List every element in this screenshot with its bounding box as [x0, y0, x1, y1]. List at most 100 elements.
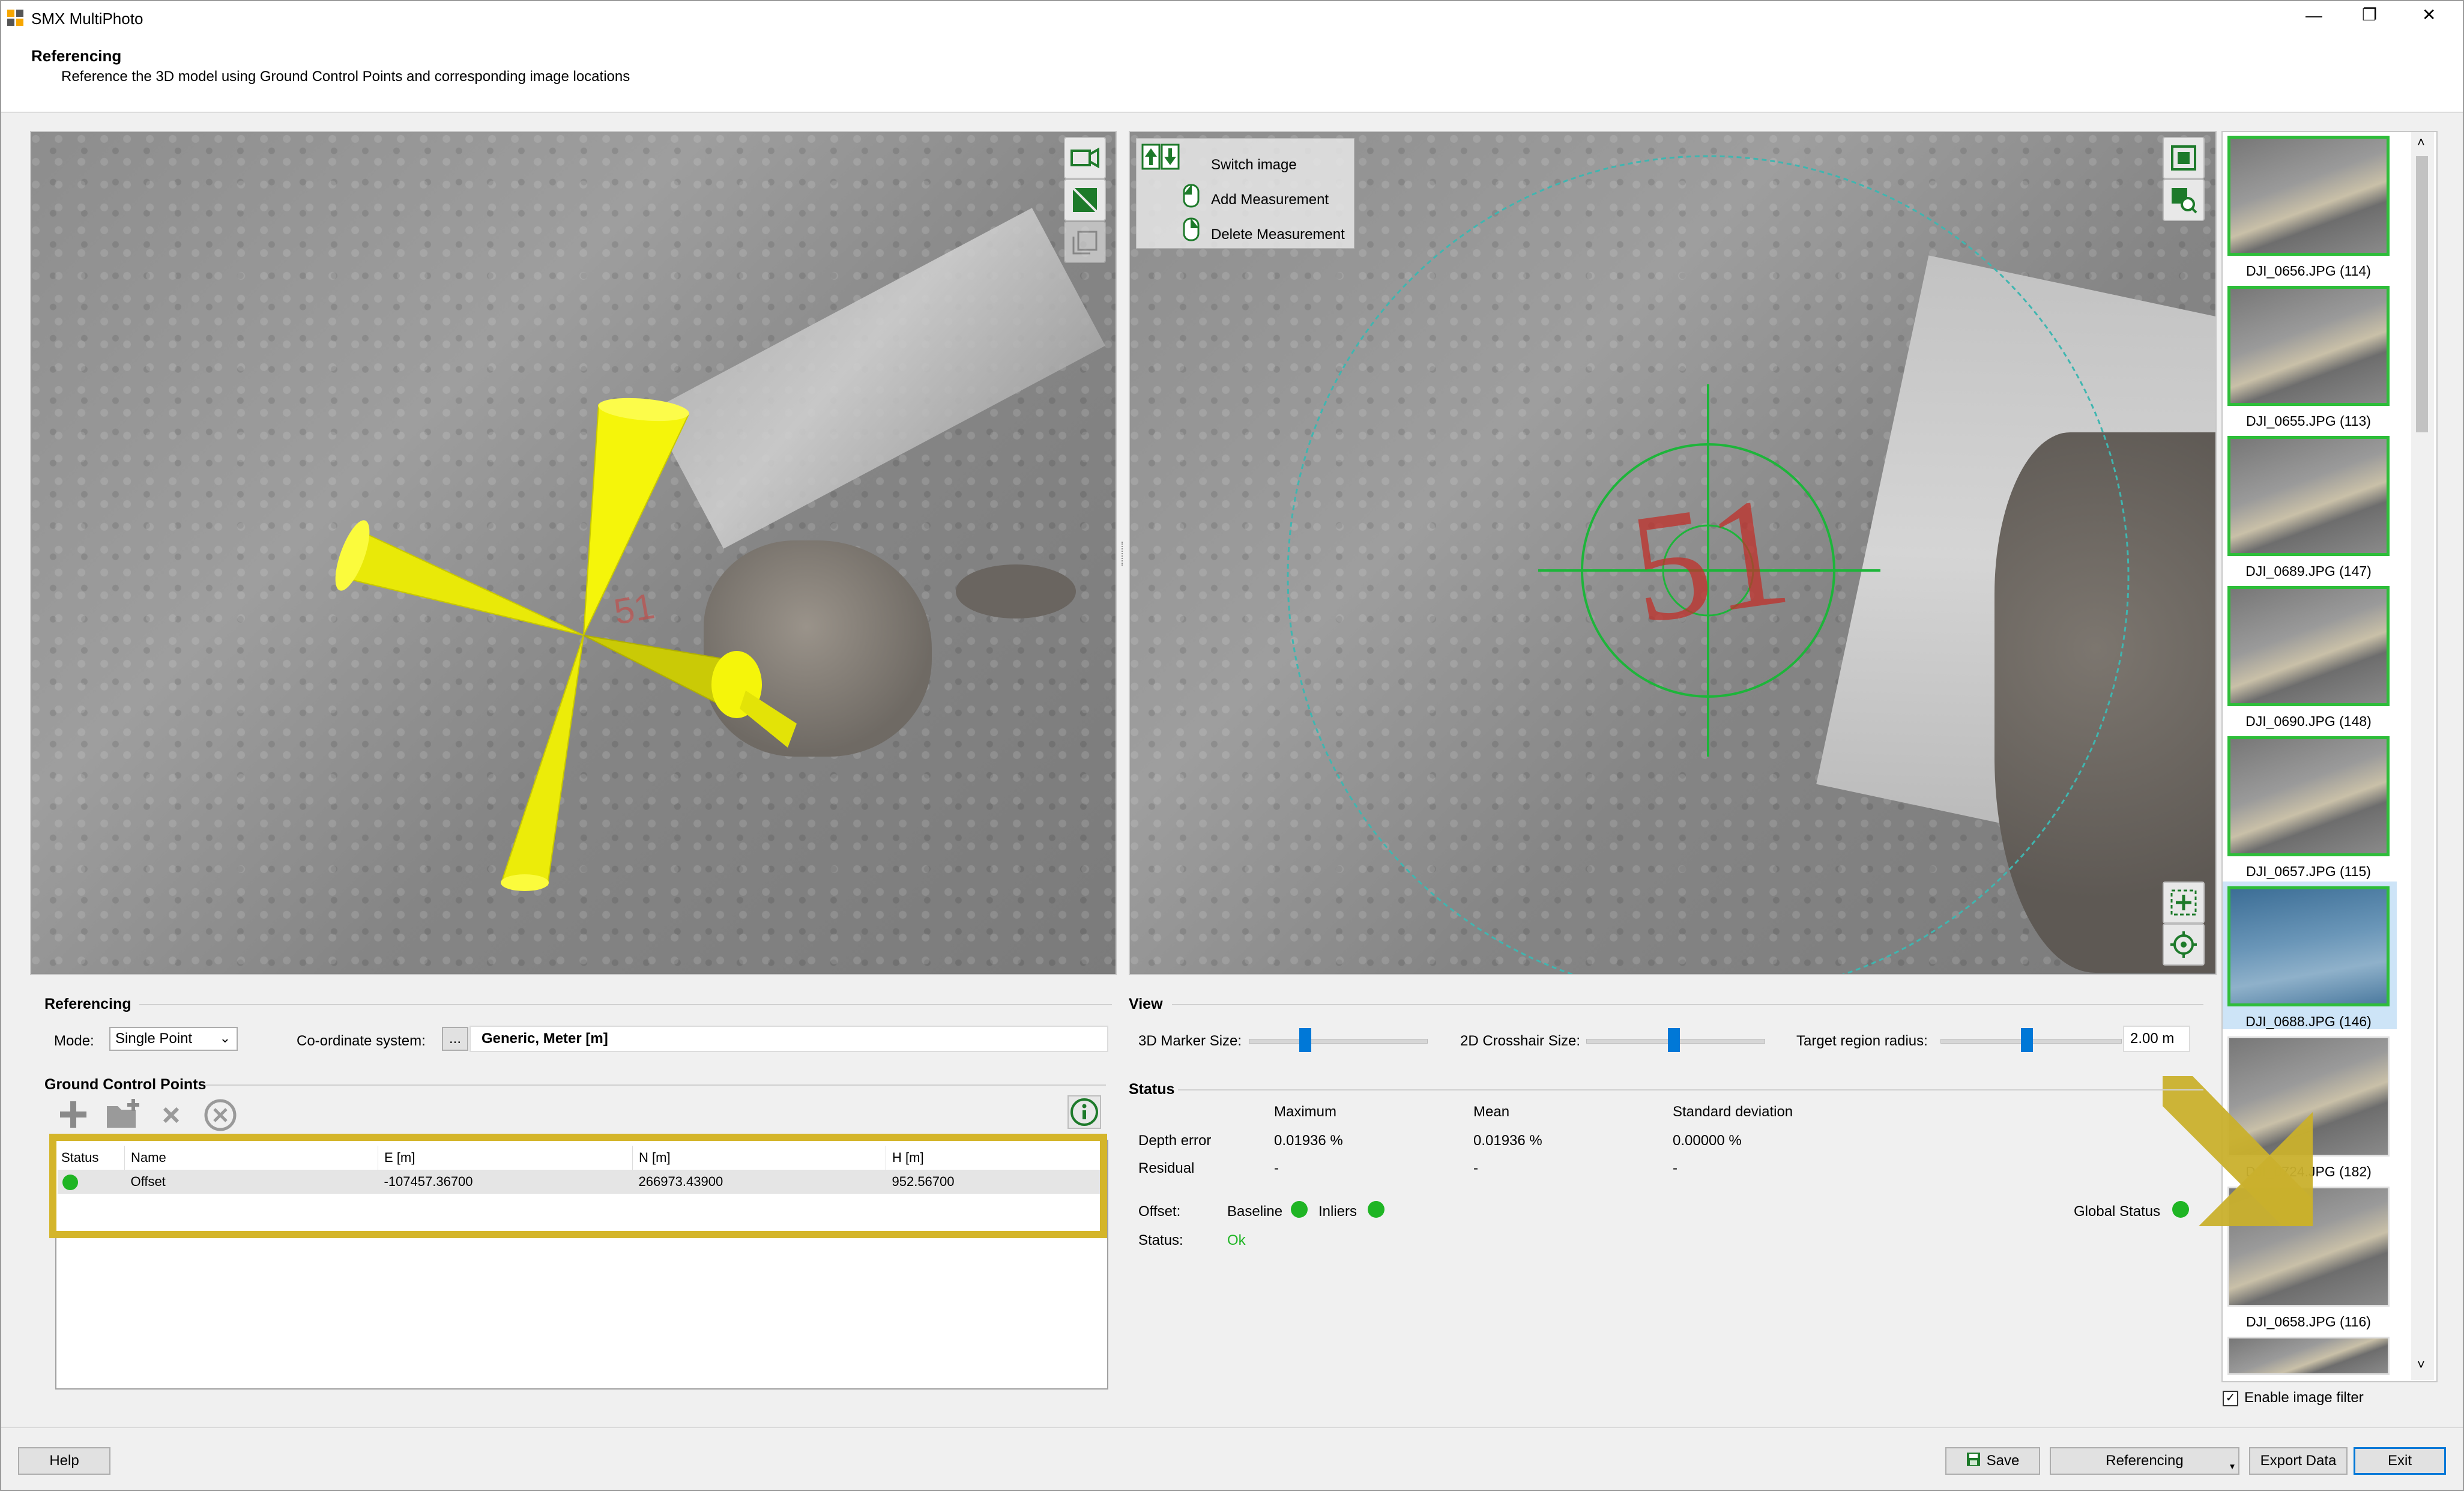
thumbnail-image[interactable] [2227, 436, 2390, 556]
separator [1, 1427, 2463, 1428]
status-col-mean: Mean [1473, 1104, 1510, 1120]
gcp-n-cell: 266973.43900 [638, 1174, 723, 1189]
legend-add-measurement: Add Measurement [1211, 192, 1329, 208]
chevron-down-icon: ⌄ [219, 1030, 231, 1045]
target-radius-label: Target region radius: [1796, 1033, 1928, 1049]
gcp-table: Status Name E [m] N [m] H [m] Offset -10… [58, 1146, 1100, 1194]
status-label: Status: [1138, 1232, 1183, 1248]
status-group-title: Status [1129, 1081, 1175, 1098]
column-header[interactable]: H [m] [886, 1146, 1101, 1170]
gcp-group-title: Ground Control Points [44, 1076, 207, 1093]
legend-switch-image: Switch image [1211, 157, 1297, 173]
close-button[interactable]: ✕ [2422, 5, 2436, 25]
residual-std: - [1673, 1160, 1677, 1176]
target-region-overlay: 51 [1287, 155, 2130, 974]
gcp-name-cell: Offset [130, 1174, 166, 1189]
restore-button[interactable]: ❐ [2362, 5, 2377, 25]
global-status-dot [2172, 1201, 2189, 1218]
column-header[interactable]: Status [58, 1146, 125, 1170]
column-header[interactable]: Name [124, 1146, 378, 1170]
thumbnail-scrollbar[interactable]: ˄ ˅ [2411, 132, 2434, 1380]
thumbnail-image[interactable] [2227, 1337, 2390, 1375]
splitter-handle[interactable] [1122, 542, 1125, 566]
zoom-region-icon[interactable] [2163, 179, 2205, 221]
thumbnail-image[interactable] [2227, 736, 2390, 856]
status-col-maximum: Maximum [1274, 1104, 1337, 1120]
view-group-title: View [1129, 996, 1163, 1012]
save-button[interactable]: Save [1945, 1447, 2040, 1475]
window-title: SMX MultiPhoto [31, 10, 143, 28]
table-row[interactable]: Offset -107457.36700 266973.43900 952.56… [58, 1170, 1100, 1194]
gcp-e-cell: -107457.36700 [384, 1174, 473, 1189]
target-radius-field[interactable]: 2.00 m [2123, 1026, 2190, 1052]
info-icon[interactable] [1067, 1095, 1101, 1129]
target-radius-slider-thumb[interactable] [2021, 1028, 2033, 1052]
column-header[interactable]: E [m] [378, 1146, 633, 1170]
referencing-group-title: Referencing [44, 996, 131, 1012]
inliers-status-dot [1368, 1201, 1384, 1218]
mode-select[interactable]: Single Point ⌄ [109, 1027, 238, 1051]
referencing-dropdown-button[interactable]: Referencing ▾ [2050, 1447, 2239, 1475]
status-col-std: Standard deviation [1673, 1104, 1793, 1120]
baseline-status-dot [1291, 1201, 1308, 1218]
page-header: Referencing Reference the 3D model using… [1, 35, 2463, 113]
crosshair-size-slider-thumb[interactable] [1668, 1028, 1680, 1052]
thumbnail-label: DJI_0655.JPG (113) [2246, 413, 2371, 429]
thumbnail-label: DJI_0658.JPG (116) [2246, 1314, 2371, 1329]
app-logo-icon [7, 10, 24, 26]
shortcut-legend: Switch image Add Measurement Delete Meas… [1136, 138, 1354, 249]
thumbnail-image[interactable] [2227, 286, 2390, 406]
separator [1172, 1004, 2203, 1005]
model-3d-viewport[interactable]: 51 [30, 131, 1117, 975]
fit-to-view-icon[interactable] [2163, 137, 2205, 179]
exit-button[interactable]: Exit [2354, 1447, 2446, 1475]
marker-size-label: 3D Marker Size: [1138, 1033, 1242, 1049]
title-bar: SMX MultiPhoto — ❐ ✕ [1, 1, 2463, 35]
thumbnail-image-current[interactable] [2227, 886, 2390, 1006]
scroll-down-icon[interactable]: ˅ [2417, 1357, 2425, 1373]
gcp-3d-marker[interactable]: 51 [31, 132, 1116, 974]
status-value: Ok [1227, 1232, 1246, 1248]
mouse-right-icon [1182, 217, 1200, 245]
arrow-keys-icon [1141, 144, 1180, 174]
export-data-button[interactable]: Export Data [2249, 1447, 2348, 1475]
page-subtitle: Reference the 3D model using Ground Cont… [61, 68, 630, 85]
coord-system-label: Co-ordinate system: [297, 1033, 426, 1049]
enable-filter-checkbox[interactable]: ✓ [2223, 1391, 2238, 1406]
marker-size-slider-thumb[interactable] [1299, 1028, 1311, 1052]
column-header[interactable]: N [m] [632, 1146, 886, 1170]
import-gcp-icon[interactable] [104, 1098, 143, 1134]
image-viewport[interactable]: 51 Switch image Add Measurement Delete M… [1129, 131, 2217, 975]
perspective-icon[interactable] [1064, 179, 1106, 221]
page-title: Referencing [31, 47, 122, 65]
marker-size-slider[interactable] [1249, 1039, 1428, 1044]
global-status-label: Global Status [2074, 1203, 2161, 1220]
separator [139, 1004, 1112, 1005]
baseline-label: Baseline [1227, 1203, 1283, 1220]
delete-gcp-icon[interactable] [156, 1100, 186, 1133]
gcp-paint-label: 51 [611, 585, 657, 632]
offset-label: Offset: [1138, 1203, 1181, 1220]
separator [1178, 1089, 2203, 1090]
coord-system-browse-button[interactable]: ... [442, 1027, 468, 1051]
clear-gcp-icon[interactable] [203, 1098, 238, 1136]
status-ok-dot [62, 1174, 78, 1190]
depth-error-max: 0.01936 % [1274, 1133, 1343, 1149]
mouse-left-icon [1182, 183, 1200, 211]
gcp-paint-label: 51 [1620, 464, 1799, 656]
scroll-up-icon[interactable]: ˄ [2417, 135, 2425, 150]
application-window: SMX MultiPhoto — ❐ ✕ Referencing Referen… [0, 0, 2464, 1491]
thumbnail-label: DJI_0689.JPG (147) [2245, 563, 2372, 579]
add-gcp-icon[interactable] [55, 1098, 91, 1134]
help-button[interactable]: Help [18, 1447, 110, 1475]
frame-selection-icon[interactable] [1064, 221, 1106, 263]
enable-filter-label: Enable image filter [2244, 1390, 2364, 1406]
separator [205, 1084, 1106, 1086]
scrollbar-thumb[interactable] [2416, 156, 2428, 432]
add-crosshair-icon[interactable] [2163, 882, 2205, 924]
center-target-icon[interactable] [2163, 924, 2205, 966]
thumbnail-image[interactable] [2227, 586, 2390, 706]
minimize-button[interactable]: — [2305, 6, 2322, 25]
camera-view-icon[interactable] [1064, 137, 1106, 179]
thumbnail-image[interactable] [2227, 136, 2390, 256]
